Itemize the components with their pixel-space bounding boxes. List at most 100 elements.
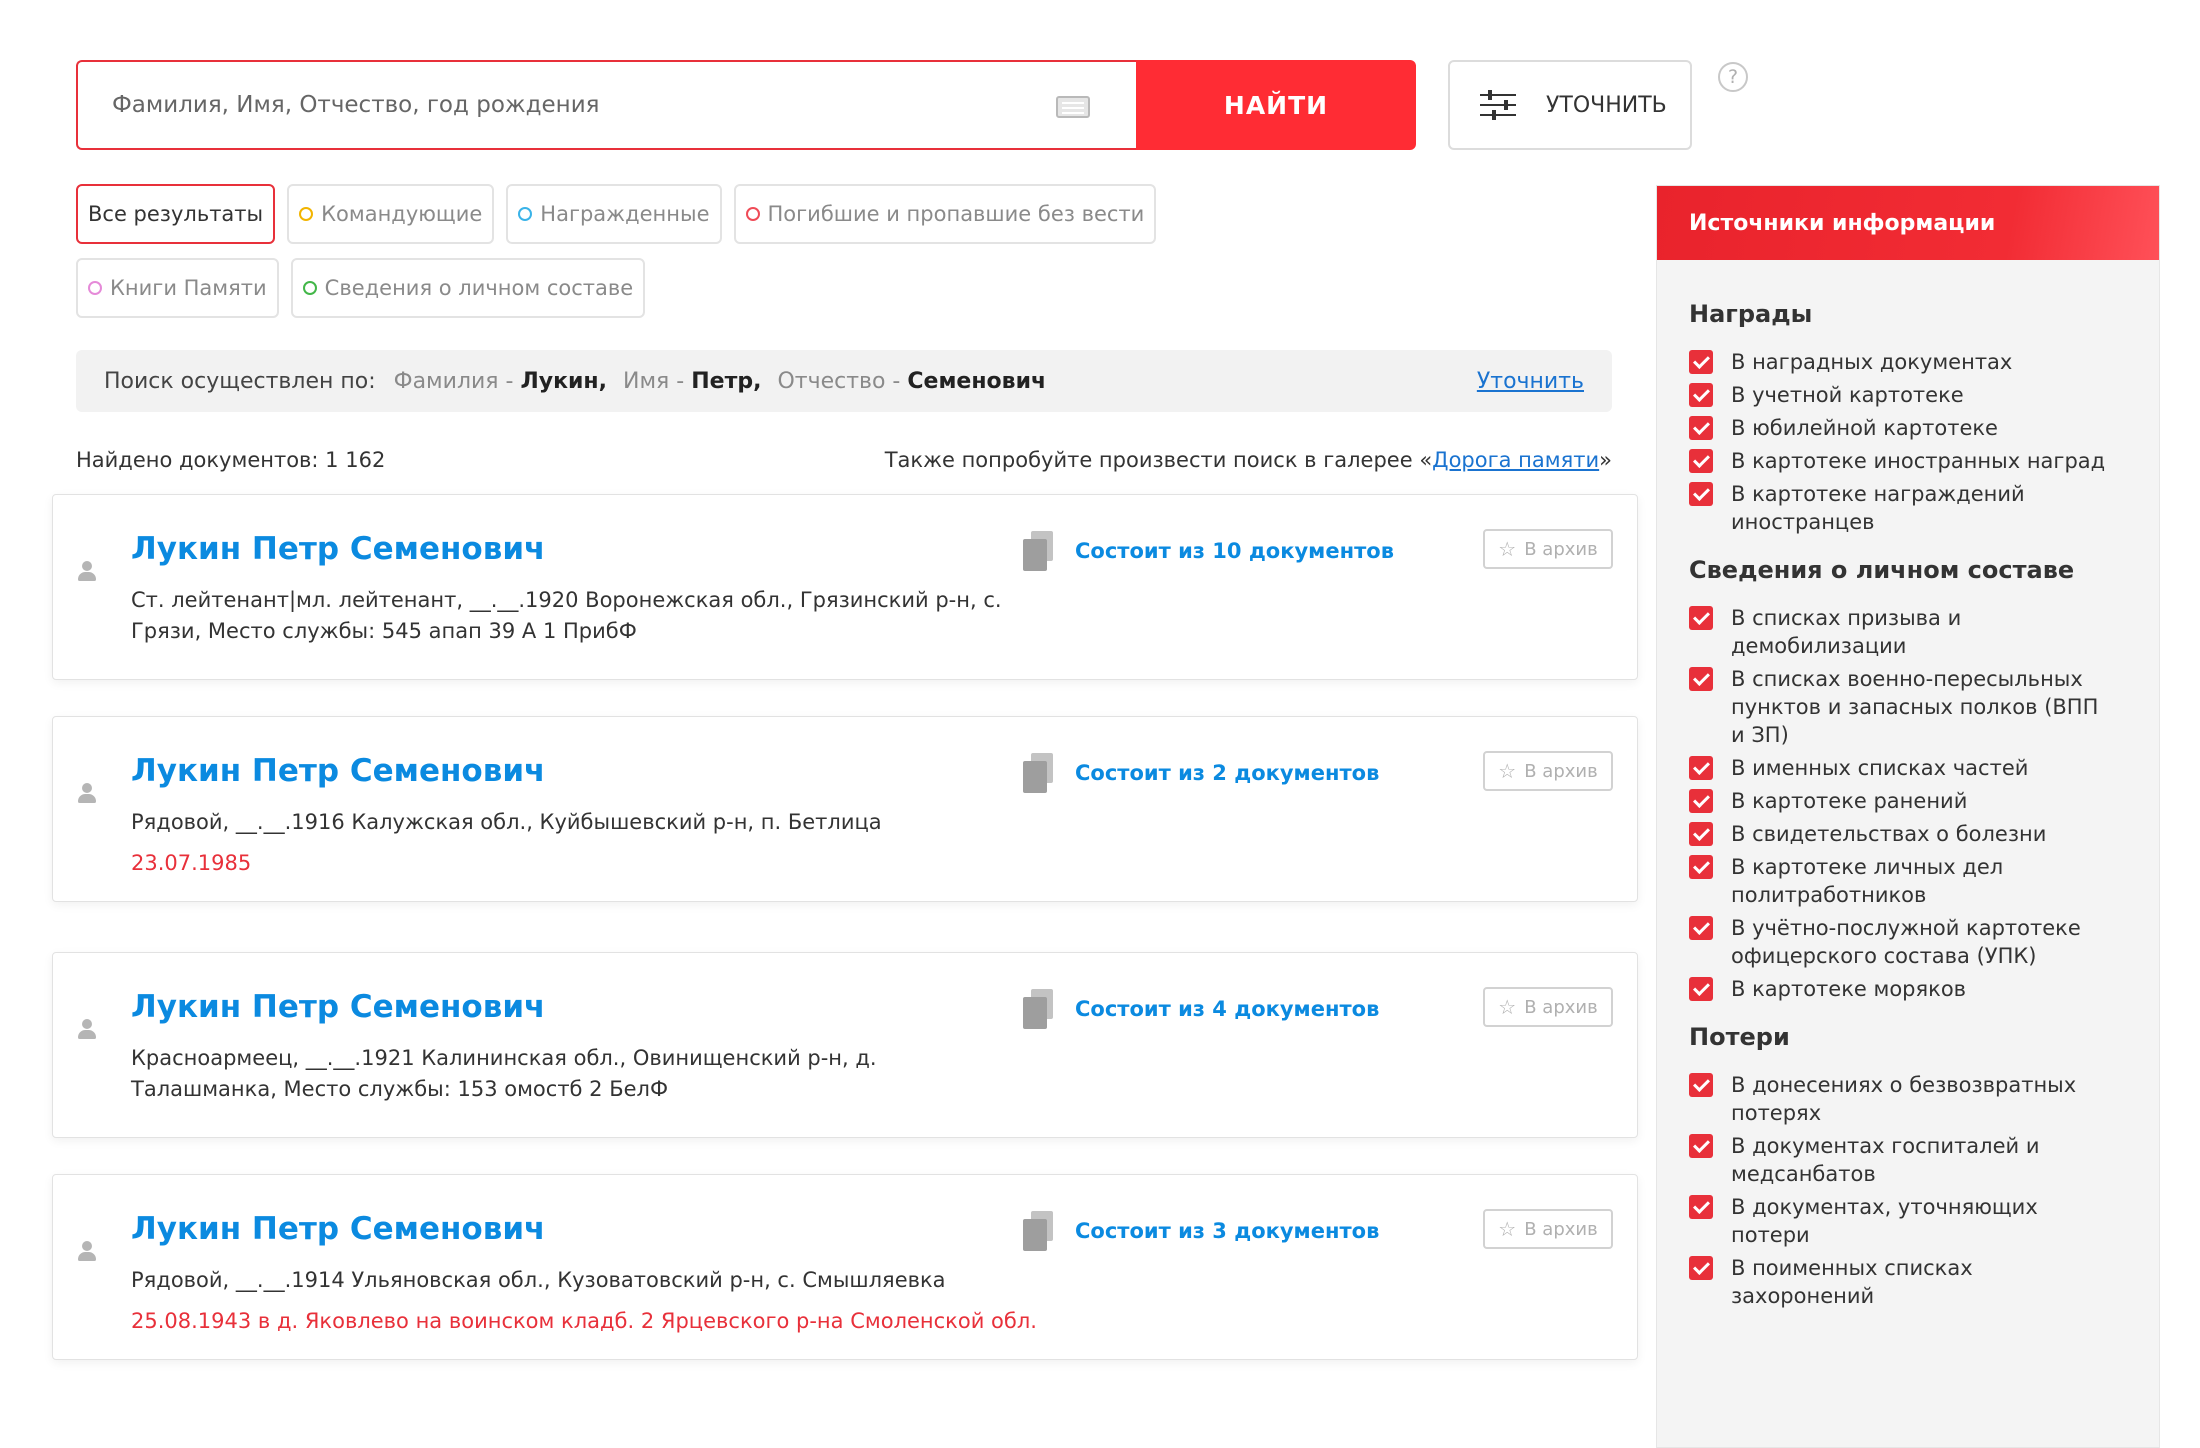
source-checkbox-label: В картотеке ранений [1731, 789, 1968, 813]
source-checkbox-label: В списках призыва и демобилизации [1731, 606, 1962, 658]
query-name-key: Имя - [623, 368, 685, 394]
checkbox-checked-icon[interactable] [1689, 667, 1713, 691]
query-surname: Лукин, [520, 368, 607, 394]
checkbox-checked-icon[interactable] [1689, 1073, 1713, 1097]
help-icon[interactable]: ? [1718, 62, 1748, 92]
source-checkbox-label: В свидетельствах о болезни [1731, 822, 2047, 846]
source-checkbox-row[interactable]: В картотеке личных дел политработников [1689, 853, 2127, 909]
gallery-link[interactable]: Дорога памяти [1432, 448, 1599, 472]
filter-chip[interactable]: Все результаты [76, 184, 276, 244]
source-checkbox-row[interactable]: В донесениях о безвозвратных потерях [1689, 1071, 2127, 1127]
star-icon: ☆ [1498, 995, 1517, 1019]
query-patronymic: Семенович [907, 368, 1047, 394]
source-checkbox-label: В картотеке иностранных наград [1731, 449, 2106, 473]
source-group: Сведения о личном составе В списках призы… [1689, 556, 2127, 1003]
archive-button[interactable]: ☆ В архив [1483, 529, 1613, 569]
chip-label: Награжденные [540, 202, 710, 226]
chip-dot-icon [88, 281, 102, 295]
result-card[interactable]: Лукин Петр Семенович Красноармеец, __.__… [52, 952, 1638, 1138]
result-description: Рядовой, __.__.1916 Калужская обл., Куйб… [131, 810, 882, 834]
source-checkbox-row[interactable]: В картотеке иностранных наград [1689, 447, 2127, 475]
documents-icon [1023, 989, 1057, 1029]
filter-chips: Все результаты Командующие Награжденные … [76, 184, 1316, 318]
keyboard-icon[interactable] [1056, 96, 1090, 118]
checkbox-checked-icon[interactable] [1689, 606, 1713, 630]
checkbox-checked-icon[interactable] [1689, 482, 1713, 506]
source-checkbox-row[interactable]: В учетной картотеке [1689, 381, 2127, 409]
result-name[interactable]: Лукин Петр Семенович [131, 1211, 545, 1247]
checkbox-checked-icon[interactable] [1689, 822, 1713, 846]
result-name[interactable]: Лукин Петр Семенович [131, 753, 545, 789]
source-checkbox-row[interactable]: В картотеке ранений [1689, 787, 2127, 815]
user-icon [77, 1241, 97, 1263]
checkbox-checked-icon[interactable] [1689, 1256, 1713, 1280]
source-checkbox-row[interactable]: В поименных списках захоронений [1689, 1254, 2127, 1310]
result-card[interactable]: Лукин Петр Семенович Рядовой, __.__.1914… [52, 1174, 1638, 1360]
source-group: Награды В наградных документах В учетной к… [1689, 300, 2127, 536]
checkbox-checked-icon[interactable] [1689, 1134, 1713, 1158]
checkbox-checked-icon[interactable] [1689, 1195, 1713, 1219]
source-checkbox-row[interactable]: В списках военно-пересыльных пунктов и з… [1689, 665, 2127, 749]
refine-button[interactable]: УТОЧНИТЬ [1448, 60, 1692, 150]
source-group: Потери В донесениях о безвозвратных потер… [1689, 1023, 2127, 1310]
chip-label: Погибшие и пропавшие без вести [767, 202, 1145, 226]
query-refine-link[interactable]: Уточнить [1477, 369, 1584, 394]
found-count: Найдено документов: 1 162 [76, 448, 386, 472]
checkbox-checked-icon[interactable] [1689, 383, 1713, 407]
checkbox-checked-icon[interactable] [1689, 977, 1713, 1001]
source-checkbox-label: В учетной картотеке [1731, 383, 1964, 407]
filter-chip[interactable]: Погибшие и пропавшие без вести [733, 184, 1157, 244]
also-try-suffix: » [1599, 448, 1612, 472]
checkbox-checked-icon[interactable] [1689, 916, 1713, 940]
documents-count[interactable]: Состоит из 3 документов [1023, 1211, 1379, 1251]
source-checkbox-row[interactable]: В именных списках частей [1689, 754, 2127, 782]
archive-button[interactable]: ☆ В архив [1483, 1209, 1613, 1249]
documents-count[interactable]: Состоит из 4 документов [1023, 989, 1379, 1029]
source-checkbox-row[interactable]: В учётно-послужной картотеке офицерского… [1689, 914, 2127, 970]
documents-icon [1023, 531, 1057, 571]
search-button[interactable]: НАЙТИ [1136, 60, 1416, 150]
checkbox-checked-icon[interactable] [1689, 350, 1713, 374]
documents-count-label: Состоит из 2 документов [1075, 761, 1380, 785]
user-icon [77, 1019, 97, 1041]
filter-chip[interactable]: Командующие [287, 184, 495, 244]
source-group-title: Награды [1689, 300, 1813, 328]
source-checkbox-row[interactable]: В наградных документах [1689, 348, 2127, 376]
result-card[interactable]: Лукин Петр Семенович Рядовой, __.__.1916… [52, 716, 1638, 902]
chip-label: Все результаты [88, 202, 264, 226]
source-checkbox-row[interactable]: В списках призыва и демобилизации [1689, 604, 2127, 660]
result-card[interactable]: Лукин Петр Семенович Ст. лейтенант|мл. л… [52, 494, 1638, 680]
source-checkbox-row[interactable]: В юбилейной картотеке [1689, 414, 2127, 442]
source-checkbox-row[interactable]: В свидетельствах о болезни [1689, 820, 2127, 848]
source-checkbox-label: В картотеке личных дел политработников [1731, 855, 2004, 907]
documents-count[interactable]: Состоит из 10 документов [1023, 531, 1394, 571]
checkbox-checked-icon[interactable] [1689, 789, 1713, 813]
source-checkbox-row[interactable]: В документах, уточняющих потери [1689, 1193, 2127, 1249]
source-checkbox-label: В юбилейной картотеке [1731, 416, 1998, 440]
source-checkbox-row[interactable]: В картотеке награждений иностранцев [1689, 480, 2127, 536]
result-name[interactable]: Лукин Петр Семенович [131, 989, 545, 1025]
query-name: Петр, [691, 368, 762, 394]
source-checkbox-row[interactable]: В картотеке моряков [1689, 975, 2127, 1003]
checkbox-checked-icon[interactable] [1689, 416, 1713, 440]
checkbox-checked-icon[interactable] [1689, 756, 1713, 780]
archive-button[interactable]: ☆ В архив [1483, 751, 1613, 791]
checkbox-checked-icon[interactable] [1689, 449, 1713, 473]
result-name[interactable]: Лукин Петр Семенович [131, 531, 545, 567]
search-box [76, 60, 1136, 150]
user-icon [77, 561, 97, 583]
documents-count[interactable]: Состоит из 2 документов [1023, 753, 1379, 793]
filter-chip[interactable]: Книги Памяти [76, 258, 279, 318]
checkbox-checked-icon[interactable] [1689, 855, 1713, 879]
sliders-icon [1480, 90, 1516, 120]
filter-chip[interactable]: Сведения о личном составе [290, 258, 646, 318]
chip-dot-icon [745, 207, 760, 221]
filter-chip[interactable]: Награжденные [506, 184, 722, 244]
search-input[interactable] [112, 92, 1012, 118]
result-description: Ст. лейтенант|мл. лейтенант, __.__.1920 … [131, 588, 1002, 643]
documents-count-label: Состоит из 3 документов [1075, 1219, 1380, 1243]
source-checkbox-row[interactable]: В документах госпиталей и медсанбатов [1689, 1132, 2127, 1188]
source-checkbox-label: В именных списках частей [1731, 756, 2029, 780]
archive-button[interactable]: ☆ В архив [1483, 987, 1613, 1027]
query-label: Поиск осуществлен по: [104, 368, 376, 394]
